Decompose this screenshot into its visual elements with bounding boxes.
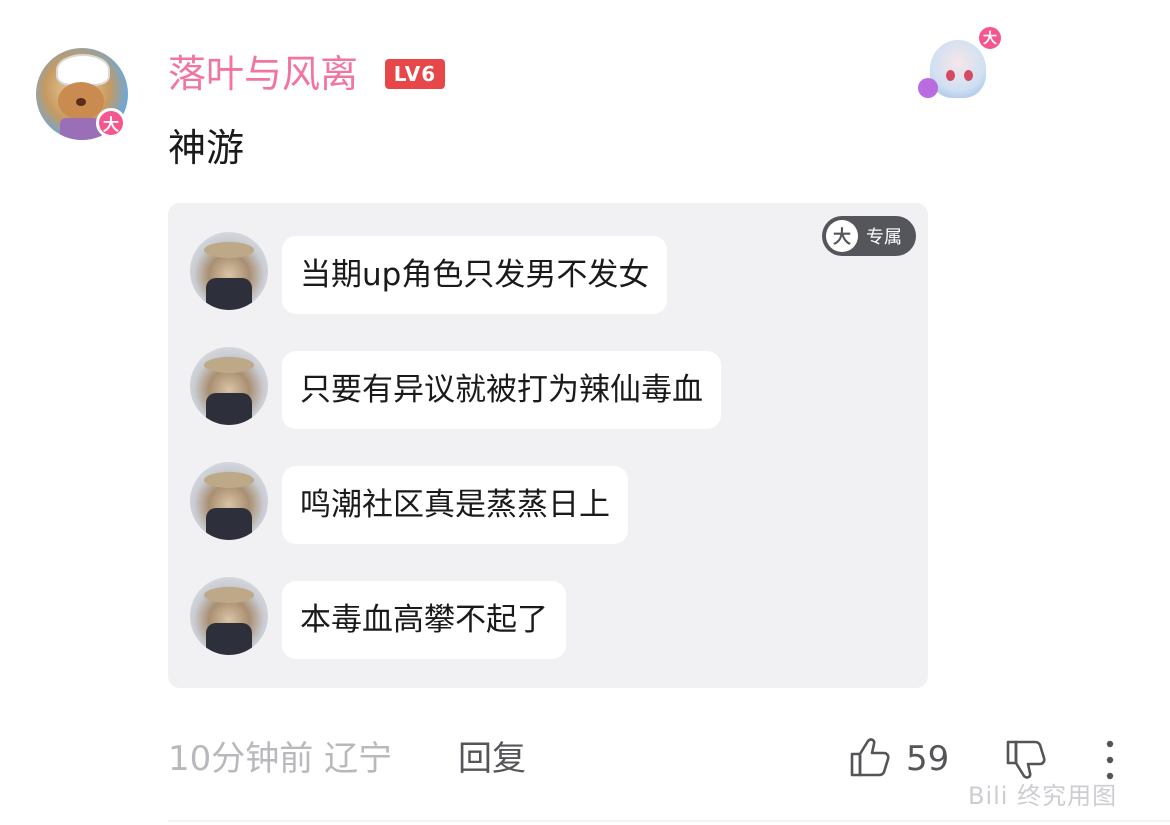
anime-eye-right bbox=[964, 70, 973, 81]
anime-eye-left bbox=[946, 70, 955, 81]
member-badge: 大 bbox=[96, 108, 126, 138]
hat-shape bbox=[204, 242, 254, 258]
like-count: 59 bbox=[906, 739, 950, 779]
avatar-decoration: 大 bbox=[918, 22, 1010, 106]
message-bubble: 本毒血高攀不起了 bbox=[282, 581, 566, 659]
message-bubble: 鸣潮社区真是蒸蒸日上 bbox=[282, 466, 628, 544]
message-bubble: 只要有异议就被打为辣仙毒血 bbox=[282, 351, 721, 429]
mouse-nose-shape bbox=[76, 98, 86, 106]
exclusive-tag: 大 专属 bbox=[822, 216, 916, 256]
watermark: Bili 终究用图 bbox=[968, 782, 1118, 810]
time-location: 10分钟前 辽宁 bbox=[168, 739, 393, 779]
exclusive-da-icon: 大 bbox=[826, 220, 858, 252]
body-shape bbox=[206, 278, 252, 310]
username[interactable]: 落叶与风离 bbox=[168, 48, 358, 100]
message-bubble: 当期up角色只发男不发女 bbox=[282, 236, 668, 314]
hat-shape bbox=[204, 472, 254, 488]
exclusive-label: 专属 bbox=[866, 227, 902, 248]
divider bbox=[168, 820, 1170, 822]
comment-item: 大 落叶与风离 LV6 大 神游 大 专属 当期up角色只发男不发女 只要有异议… bbox=[0, 0, 1170, 825]
level-badge: LV6 bbox=[385, 59, 445, 89]
thumbs-up-icon[interactable] bbox=[848, 735, 892, 779]
body-shape bbox=[206, 393, 252, 425]
hat-shape bbox=[204, 357, 254, 373]
comment-text: 神游 bbox=[168, 126, 245, 170]
body-shape bbox=[206, 623, 252, 655]
anime-character-head bbox=[930, 40, 986, 98]
reply-button[interactable]: 回复 bbox=[458, 735, 526, 783]
star-decoration-icon bbox=[918, 78, 938, 98]
message-avatar bbox=[190, 462, 268, 540]
message-avatar bbox=[190, 232, 268, 310]
message-avatar bbox=[190, 577, 268, 655]
message-avatar bbox=[190, 347, 268, 425]
body-shape bbox=[206, 508, 252, 540]
hat-shape bbox=[204, 587, 254, 603]
decoration-badge: 大 bbox=[976, 24, 1004, 52]
